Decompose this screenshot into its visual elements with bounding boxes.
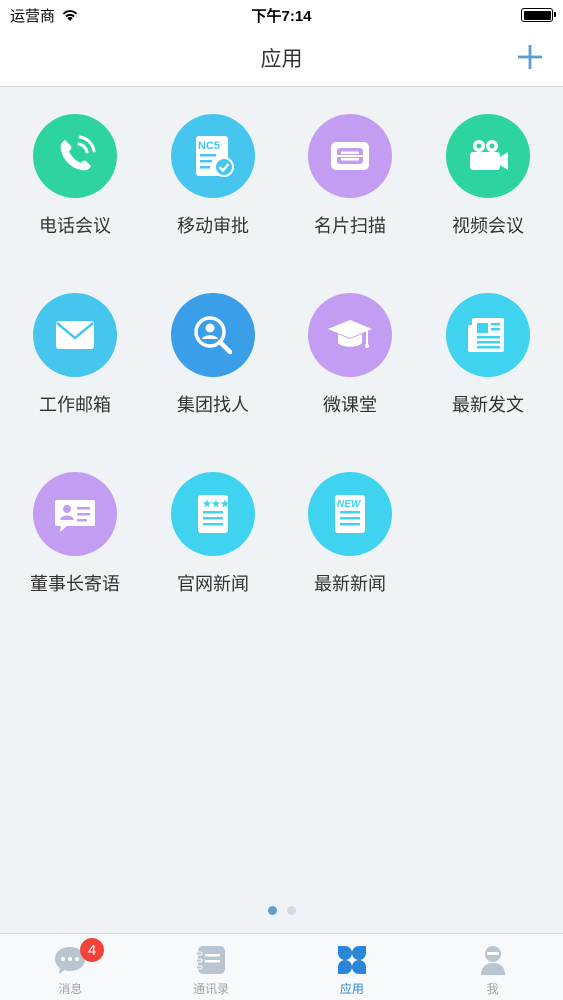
app-find-people[interactable]: 集团找人	[144, 267, 282, 417]
news-list-icon: ★★★	[171, 472, 255, 556]
user-icon	[480, 946, 505, 975]
status-bar: 运营商 下午7:14	[0, 0, 563, 30]
app-phone-conference[interactable]: 电话会议	[6, 88, 144, 238]
phone-icon	[33, 114, 117, 198]
address-book-icon	[195, 946, 226, 974]
app-video-conference[interactable]: 视频会议	[419, 88, 557, 238]
tab-contacts[interactable]: 通讯录	[141, 934, 282, 1000]
app-label: 电话会议	[39, 216, 111, 236]
nc5-approval-icon: NC5	[171, 114, 255, 198]
app-label: 视频会议	[452, 216, 524, 236]
svg-text:★★★: ★★★	[203, 499, 230, 510]
id-card-icon	[33, 472, 117, 556]
app-card-scan[interactable]: 名片扫描	[281, 88, 419, 238]
tab-label: 消息	[58, 982, 83, 996]
new-news-icon: NEW	[308, 472, 392, 556]
page-dot-1[interactable]	[267, 906, 277, 915]
app-label: 董事长寄语	[30, 574, 120, 594]
page-title: 应用	[260, 48, 303, 71]
tab-me[interactable]: 我	[422, 934, 563, 1000]
graduation-cap-icon	[308, 293, 392, 377]
app-label: 最新发文	[452, 395, 524, 415]
mail-icon	[33, 293, 117, 377]
page-dot-2[interactable]	[286, 906, 296, 915]
app-grid: 电话会议 NC5 移动审批 名片扫描 视频会议 工作邮箱 集团找人 微课堂 最新…	[0, 88, 563, 933]
newspaper-icon	[446, 293, 530, 377]
tab-label: 我	[486, 982, 499, 996]
apps-grid-icon	[337, 946, 366, 974]
battery-icon	[521, 8, 556, 22]
tab-label: 通讯录	[193, 982, 230, 996]
status-time: 下午7:14	[251, 7, 312, 25]
app-chairman-message[interactable]: 董事长寄语	[6, 446, 144, 596]
tab-label: 应用	[339, 982, 364, 996]
person-search-icon	[171, 293, 255, 377]
app-label: 集团找人	[177, 395, 249, 415]
app-label: 工作邮箱	[39, 395, 111, 415]
tab-messages[interactable]: 4 消息	[0, 934, 141, 1000]
video-camera-icon	[446, 114, 530, 198]
app-label: 最新新闻	[314, 574, 386, 594]
svg-text:NC5: NC5	[198, 140, 220, 152]
app-mobile-approval[interactable]: NC5 移动审批	[144, 88, 282, 238]
app-label: 微课堂	[323, 395, 377, 415]
app-work-mail[interactable]: 工作邮箱	[6, 267, 144, 417]
page-indicator	[0, 906, 563, 915]
app-label: 名片扫描	[314, 216, 386, 236]
tab-bar: 4 消息 通讯录 应用 我	[0, 933, 563, 1000]
plus-icon[interactable]	[515, 42, 545, 72]
app-label: 官网新闻	[177, 574, 249, 594]
app-latest-docs[interactable]: 最新发文	[419, 267, 557, 417]
tab-apps[interactable]: 应用	[282, 934, 423, 1000]
svg-text:NEW: NEW	[337, 499, 362, 510]
nav-bar: 应用	[0, 30, 563, 87]
app-website-news[interactable]: ★★★ 官网新闻	[144, 446, 282, 596]
card-scan-icon	[308, 114, 392, 198]
app-latest-news[interactable]: NEW 最新新闻	[281, 446, 419, 596]
app-label: 移动审批	[177, 216, 249, 236]
unread-badge: 4	[80, 938, 104, 962]
app-micro-class[interactable]: 微课堂	[281, 267, 419, 417]
